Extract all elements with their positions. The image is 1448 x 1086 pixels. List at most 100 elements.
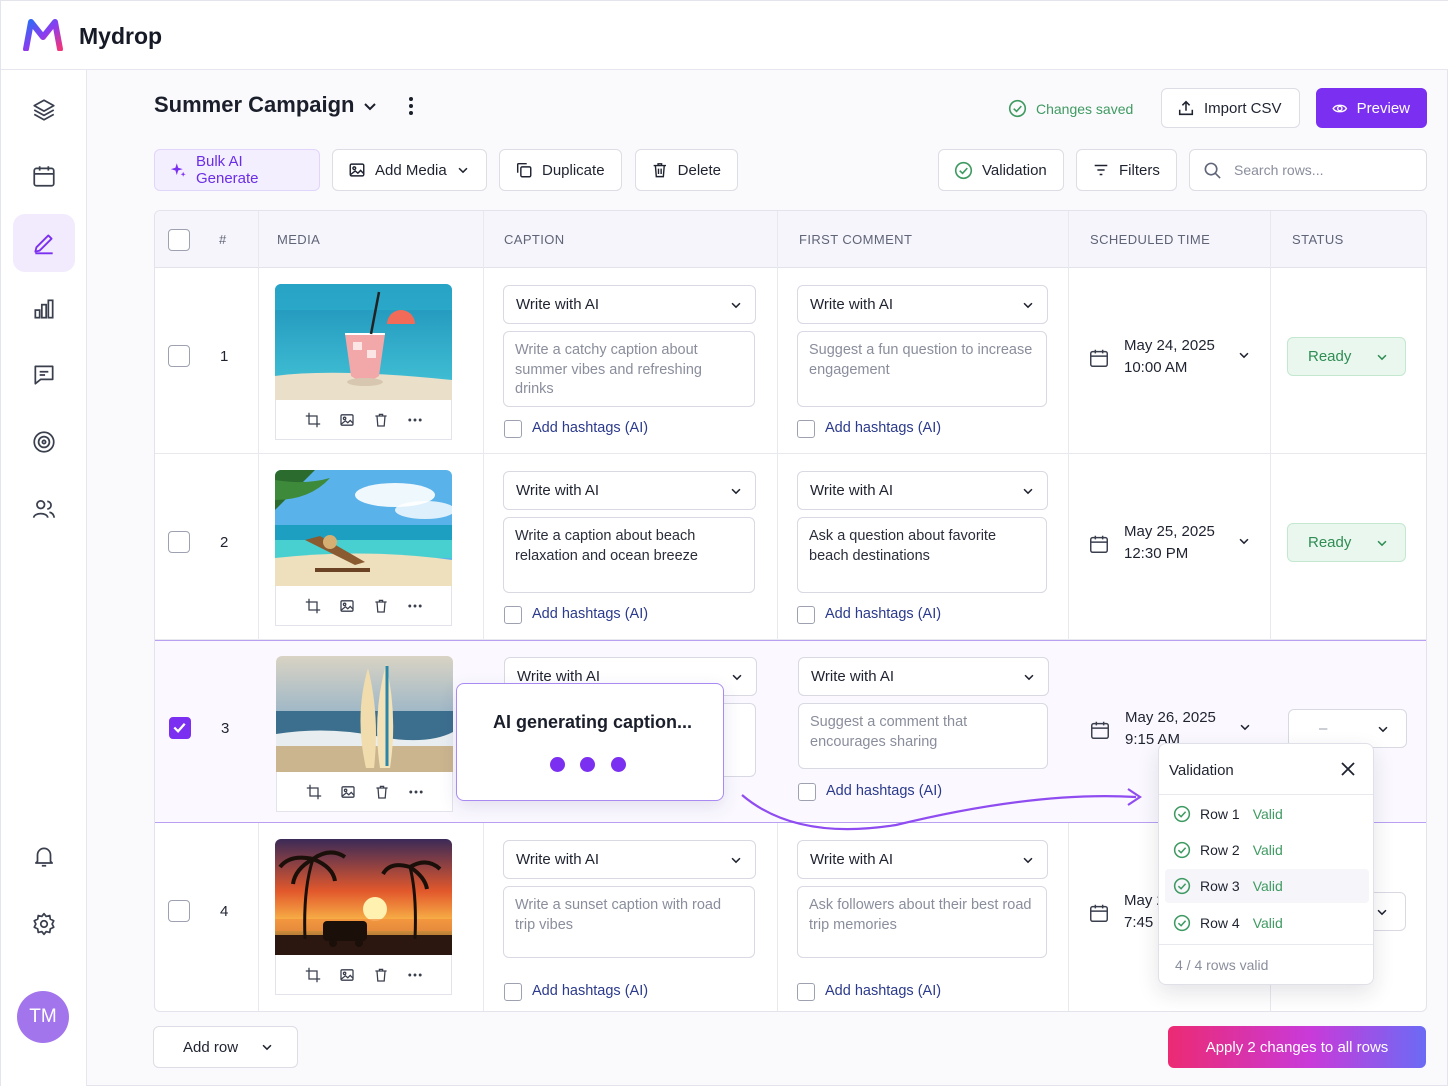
image-icon[interactable]	[340, 784, 356, 800]
messages-icon	[34, 365, 54, 385]
media-thumbnail[interactable]	[275, 470, 452, 586]
media-thumbnail[interactable]	[276, 656, 453, 772]
caption-textarea[interactable]: Write a sunset caption with road trip vi…	[503, 886, 755, 958]
comment-hashtags-label[interactable]: Add hashtags (AI)	[825, 983, 941, 999]
crop-icon[interactable]	[305, 412, 321, 428]
caption-textarea[interactable]: Write a caption about beach relaxation a…	[503, 517, 755, 593]
sidebar-item-layers[interactable]	[13, 81, 75, 139]
caption-hashtags-checkbox[interactable]	[504, 983, 522, 1001]
caption-hashtags-checkbox[interactable]	[504, 606, 522, 624]
caption-hashtags-label[interactable]: Add hashtags (AI)	[532, 606, 648, 622]
check-circle-icon	[1173, 805, 1191, 823]
filters-button[interactable]: Filters	[1076, 149, 1177, 191]
sidebar-item-messages[interactable]	[13, 346, 75, 404]
trash-icon[interactable]	[373, 598, 389, 614]
scheduled-time[interactable]: May 24, 2025 10:00 AM	[1088, 335, 1251, 379]
row-checkbox[interactable]	[168, 900, 190, 922]
divider	[1159, 944, 1373, 945]
row-checkbox-checked[interactable]	[169, 717, 191, 739]
comment-mode-select[interactable]: Write with AI	[797, 285, 1048, 324]
divider	[1159, 794, 1373, 795]
sidebar-item-notifications[interactable]	[13, 827, 75, 885]
bulk-ai-generate-button[interactable]: Bulk AI Generate	[154, 149, 320, 191]
sidebar-item-settings[interactable]	[13, 895, 75, 953]
comment-mode-select[interactable]: Write with AI	[798, 657, 1049, 696]
validation-row[interactable]: Row 4 Valid	[1165, 906, 1369, 940]
more-options-icon[interactable]	[404, 95, 418, 117]
filter-icon	[1094, 164, 1108, 176]
trash-icon[interactable]	[373, 412, 389, 428]
calendar-icon	[1090, 349, 1108, 367]
delete-button[interactable]: Delete	[635, 149, 738, 191]
more-horizontal-icon[interactable]	[407, 598, 423, 614]
duplicate-button[interactable]: Duplicate	[499, 149, 622, 191]
add-media-button[interactable]: Add Media	[332, 149, 487, 191]
image-icon[interactable]	[339, 598, 355, 614]
search-rows-field[interactable]: Search rows...	[1189, 149, 1427, 191]
comment-textarea[interactable]: Suggest a fun question to increase engag…	[797, 331, 1047, 407]
preview-button[interactable]: Preview	[1316, 88, 1427, 128]
apply-changes-button[interactable]: Apply 2 changes to all rows	[1168, 1026, 1426, 1068]
check-circle-icon	[1173, 877, 1191, 895]
validation-row[interactable]: Row 2 Valid	[1165, 833, 1369, 867]
comment-hashtags-label[interactable]: Add hashtags (AI)	[825, 420, 941, 436]
status-value: Ready	[1308, 534, 1352, 551]
scheduled-time[interactable]: May 25, 2025 12:30 PM	[1088, 521, 1251, 565]
user-avatar[interactable]: TM	[17, 991, 69, 1043]
sidebar-item-targets[interactable]	[13, 413, 75, 471]
validation-button[interactable]: Validation	[938, 149, 1064, 191]
caption-mode-select[interactable]: Write with AI	[503, 285, 756, 324]
comment-textarea[interactable]: Ask a question about favorite beach dest…	[797, 517, 1047, 593]
validation-row[interactable]: Row 3 Valid	[1165, 869, 1369, 903]
crop-icon[interactable]	[306, 784, 322, 800]
close-icon[interactable]	[1339, 760, 1357, 778]
add-row-button[interactable]: Add row	[153, 1026, 298, 1068]
trash-icon[interactable]	[373, 967, 389, 983]
filters-label: Filters	[1119, 161, 1160, 179]
sidebar-item-editor[interactable]	[13, 214, 75, 272]
media-thumbnail[interactable]	[275, 284, 452, 400]
row-checkbox[interactable]	[168, 531, 190, 553]
import-csv-button[interactable]: Import CSV	[1161, 88, 1300, 128]
media-thumbnail[interactable]	[275, 839, 452, 955]
more-horizontal-icon[interactable]	[407, 412, 423, 428]
validation-row[interactable]: Row 1 Valid	[1165, 797, 1369, 831]
comment-hashtags-checkbox[interactable]	[797, 606, 815, 624]
sidebar-item-analytics[interactable]	[13, 280, 75, 338]
comment-textarea[interactable]: Suggest a comment that encourages sharin…	[798, 703, 1048, 769]
select-all-checkbox[interactable]	[168, 229, 190, 251]
sidebar-item-calendar[interactable]	[13, 147, 75, 205]
comment-hashtags-label[interactable]: Add hashtags (AI)	[825, 606, 941, 622]
comment-mode-select[interactable]: Write with AI	[797, 840, 1048, 879]
comment-mode-select[interactable]: Write with AI	[797, 471, 1048, 510]
eye-icon	[1332, 104, 1348, 112]
caption-textarea[interactable]: Write a catchy caption about summer vibe…	[503, 331, 755, 407]
column-header-number: #	[219, 232, 227, 247]
chevron-down-icon	[1377, 909, 1387, 915]
caption-hashtags-label[interactable]: Add hashtags (AI)	[532, 420, 648, 436]
caption-mode-select[interactable]: Write with AI	[503, 471, 756, 510]
status-select[interactable]: Ready	[1287, 337, 1406, 376]
caption-mode-select[interactable]: Write with AI	[503, 840, 756, 879]
chevron-down-icon	[1024, 674, 1034, 680]
comment-hashtags-checkbox[interactable]	[797, 983, 815, 1001]
calendar-icon	[1090, 904, 1108, 922]
trash-icon[interactable]	[374, 784, 390, 800]
caption-hashtags-checkbox[interactable]	[504, 420, 522, 438]
save-status-label: Changes saved	[1036, 100, 1134, 117]
crop-icon[interactable]	[305, 598, 321, 614]
comment-hashtags-checkbox[interactable]	[797, 420, 815, 438]
sidebar-item-users[interactable]	[13, 480, 75, 538]
image-icon[interactable]	[339, 967, 355, 983]
caption-hashtags-label[interactable]: Add hashtags (AI)	[532, 983, 648, 999]
status-value: –	[1319, 720, 1328, 737]
title-dropdown-chevron-icon[interactable]	[362, 98, 378, 114]
row-checkbox[interactable]	[168, 345, 190, 367]
scheduled-time[interactable]: May 2 7:45 P	[1088, 890, 1167, 934]
status-select[interactable]: Ready	[1287, 523, 1406, 562]
image-icon[interactable]	[339, 412, 355, 428]
crop-icon[interactable]	[305, 967, 321, 983]
comment-textarea[interactable]: Ask followers about their best road trip…	[797, 886, 1047, 958]
more-horizontal-icon[interactable]	[408, 784, 424, 800]
more-horizontal-icon[interactable]	[407, 967, 423, 983]
